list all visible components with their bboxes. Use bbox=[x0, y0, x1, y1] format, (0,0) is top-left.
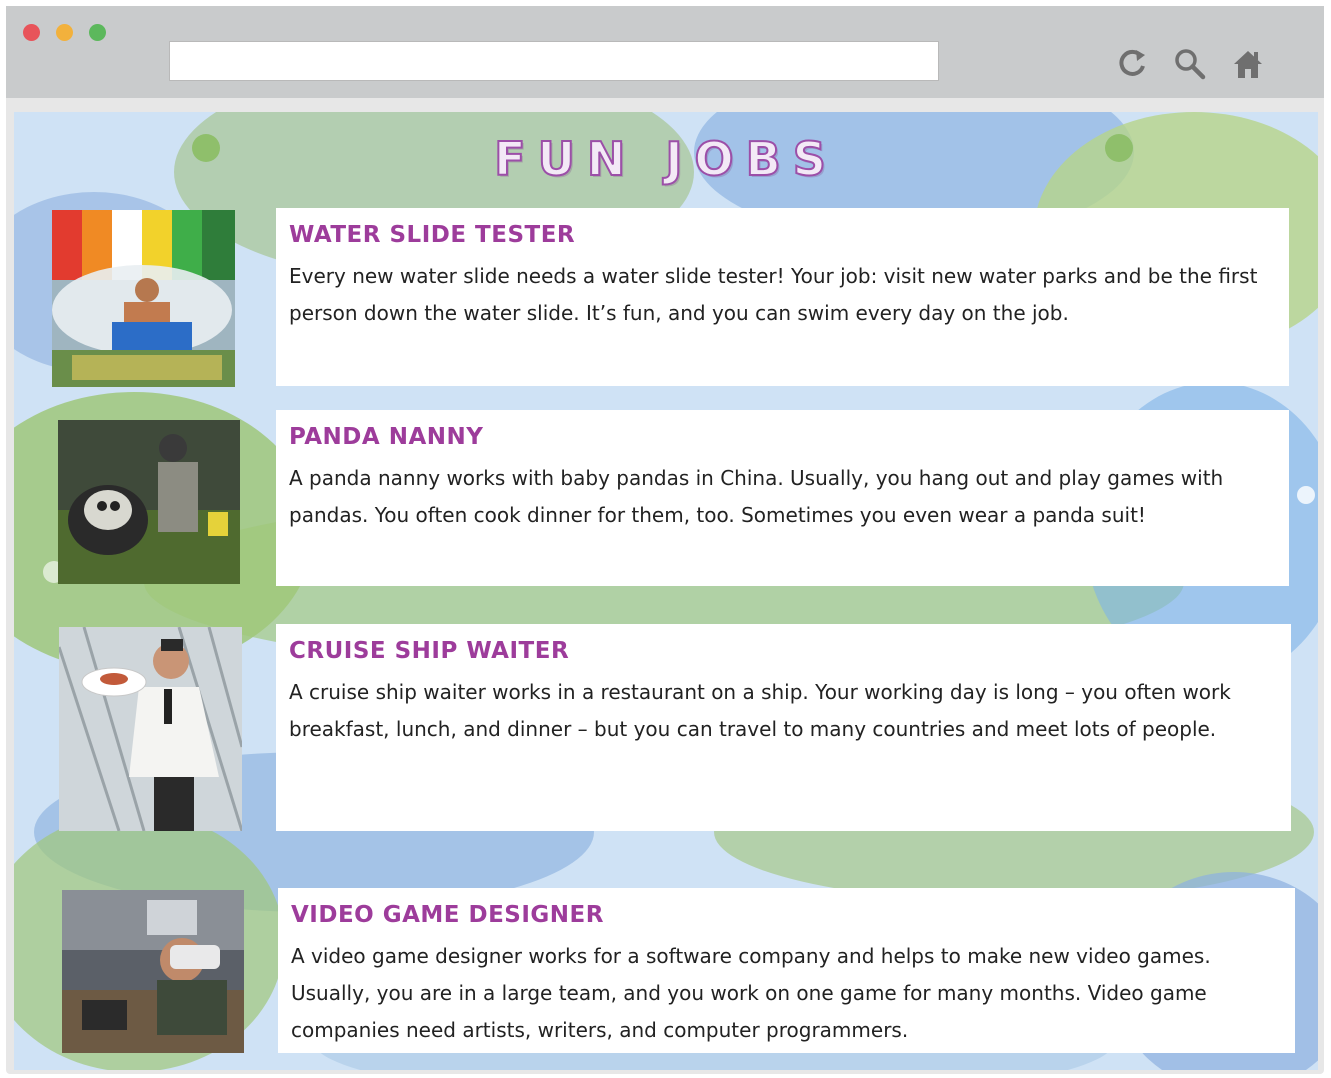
page-viewport: FUN JOBS WATER SLIDE TESTER Every new wa… bbox=[14, 112, 1318, 1070]
job-description: A cruise ship waiter works in a restaura… bbox=[289, 680, 1231, 741]
job-card-video-game-designer: VIDEO GAME DESIGNER A video game designe… bbox=[278, 888, 1295, 1053]
job-description: Every new water slide needs a water slid… bbox=[289, 264, 1258, 325]
minimize-window-button[interactable] bbox=[56, 24, 73, 41]
job-photo-video-game-designer bbox=[62, 890, 244, 1053]
browser-window: FUN JOBS WATER SLIDE TESTER Every new wa… bbox=[6, 6, 1324, 1074]
page-title: FUN JOBS bbox=[493, 131, 838, 187]
address-bar[interactable] bbox=[169, 41, 939, 81]
job-title: CRUISE SHIP WAITER bbox=[289, 638, 570, 664]
browser-toolbar bbox=[6, 6, 1324, 98]
job-title: WATER SLIDE TESTER bbox=[289, 222, 576, 248]
job-card-cruise-ship-waiter: CRUISE SHIP WAITER A cruise ship waiter … bbox=[276, 624, 1291, 831]
job-photo-cruise-ship-waiter bbox=[59, 627, 242, 831]
job-title: PANDA NANNY bbox=[289, 424, 484, 450]
reload-icon[interactable] bbox=[1114, 46, 1150, 82]
job-photo-water-slide bbox=[52, 210, 235, 387]
job-description: A panda nanny works with baby pandas in … bbox=[289, 466, 1224, 527]
home-icon[interactable] bbox=[1230, 46, 1266, 82]
maximize-window-button[interactable] bbox=[89, 24, 106, 41]
job-photo-panda-nanny bbox=[58, 420, 240, 584]
job-card-water-slide-tester: WATER SLIDE TESTER Every new water slide… bbox=[276, 208, 1289, 386]
search-icon[interactable] bbox=[1172, 46, 1208, 82]
close-window-button[interactable] bbox=[23, 24, 40, 41]
job-card-panda-nanny: PANDA NANNY A panda nanny works with bab… bbox=[276, 410, 1289, 586]
job-title: VIDEO GAME DESIGNER bbox=[291, 902, 604, 928]
job-description: A video game designer works for a softwa… bbox=[291, 944, 1211, 1042]
